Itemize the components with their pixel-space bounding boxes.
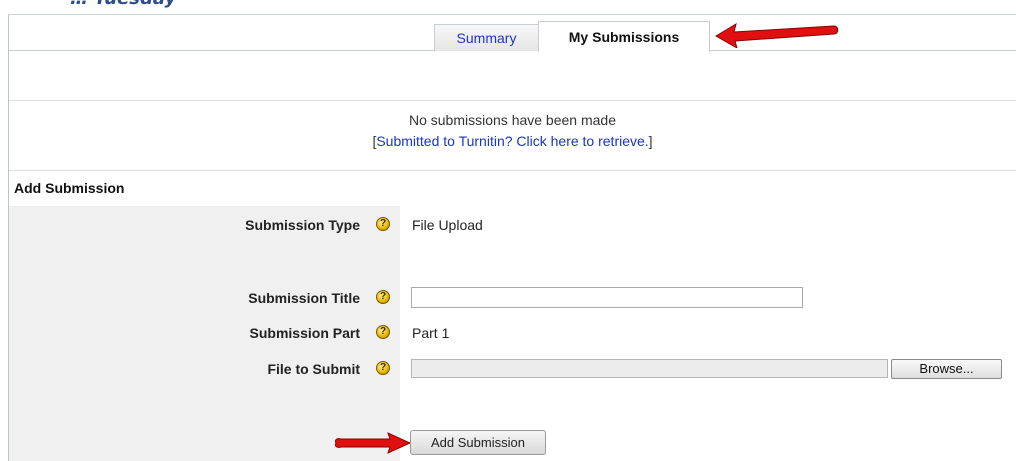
question-mark-icon[interactable]: ? bbox=[376, 361, 390, 375]
submission-part-label: Submission Part bbox=[249, 325, 360, 341]
file-to-submit-label: File to Submit bbox=[267, 361, 360, 377]
question-mark-icon[interactable]: ? bbox=[376, 325, 390, 339]
add-submission-button[interactable]: Add Submission bbox=[410, 430, 546, 455]
retrieve-turnitin-link[interactable]: Submitted to Turnitin? Click here to ret… bbox=[376, 133, 648, 149]
file-path-field[interactable] bbox=[411, 359, 888, 378]
retrieve-line: [Submitted to Turnitin? Click here to re… bbox=[372, 133, 653, 149]
frame-top-border bbox=[8, 14, 1016, 15]
submission-part-value: Part 1 bbox=[412, 325, 450, 341]
submission-title-input[interactable] bbox=[411, 287, 803, 308]
tab-summary[interactable]: Summary bbox=[434, 24, 539, 51]
separator bbox=[9, 170, 1016, 171]
separator bbox=[9, 100, 1016, 101]
annotation-arrow-tab bbox=[715, 22, 839, 48]
submission-type-label: Submission Type bbox=[245, 217, 360, 233]
question-mark-icon[interactable]: ? bbox=[376, 217, 390, 231]
browse-button[interactable]: Browse... bbox=[891, 359, 1002, 379]
add-submission-heading: Add Submission bbox=[14, 180, 125, 196]
tab-my-submissions[interactable]: My Submissions bbox=[538, 21, 710, 52]
annotation-arrow-submit bbox=[335, 432, 412, 454]
submission-title-label: Submission Title bbox=[248, 290, 360, 306]
no-submissions-message: No submissions have been made bbox=[408, 112, 616, 128]
header-cut-title: … Tuesday bbox=[0, 0, 1016, 8]
question-mark-icon[interactable]: ? bbox=[376, 290, 390, 304]
submission-type-value: File Upload bbox=[412, 217, 483, 233]
